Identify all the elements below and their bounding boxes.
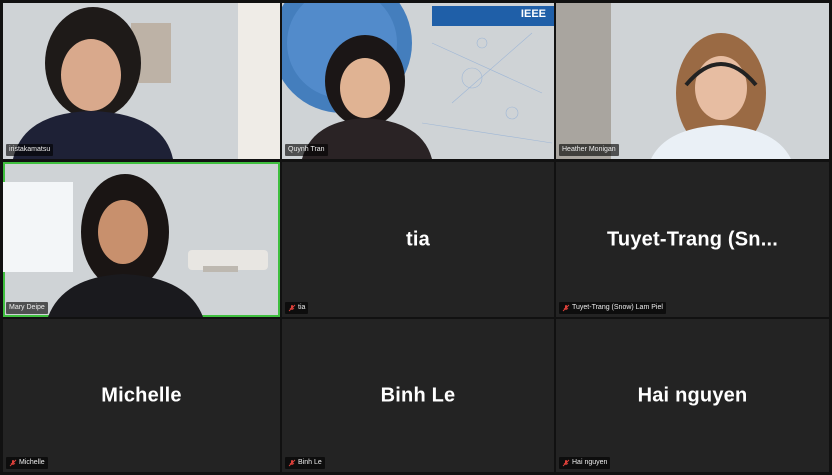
participant-video-4 xyxy=(3,174,268,317)
participant-name-label: Binh Le xyxy=(285,457,325,469)
ieee-banner-logo: IEEE xyxy=(520,8,546,20)
participant-tile-5[interactable]: tia tia xyxy=(282,162,554,317)
participant-name-label: Heather Monigan xyxy=(559,144,619,156)
participant-name-label: Michelle xyxy=(6,457,48,469)
mic-muted-icon xyxy=(288,304,296,312)
participant-tile-1[interactable]: iristakamatsu xyxy=(3,3,280,159)
participant-tile-9[interactable]: Hai nguyen Hai nguyen xyxy=(556,319,829,472)
participant-name-label: iristakamatsu xyxy=(6,144,54,156)
participant-tile-6[interactable]: Tuyet-Trang (Sn... Tuyet-Trang (Snow) La… xyxy=(556,162,829,317)
participant-display-name: tia xyxy=(406,228,430,250)
participant-name-label: Quynh Tran xyxy=(285,144,328,156)
participant-video-2 xyxy=(282,3,554,159)
video-gallery: iristakamatsu IEEE Quynh Tran Heather Mo… xyxy=(0,0,832,475)
mic-muted-icon xyxy=(9,459,17,467)
participant-video-1 xyxy=(13,3,280,159)
mic-muted-icon xyxy=(288,459,296,467)
participant-name-label: tia xyxy=(285,302,309,314)
participant-tile-2[interactable]: IEEE Quynh Tran xyxy=(282,3,554,159)
participant-display-name: Hai nguyen xyxy=(637,384,748,406)
participant-tile-3[interactable]: Heather Monigan xyxy=(556,3,829,159)
participant-tile-7[interactable]: Michelle Michelle xyxy=(3,319,280,472)
participant-video-3 xyxy=(556,3,791,159)
participant-tile-8[interactable]: Binh Le Binh Le xyxy=(282,319,554,472)
mic-muted-icon xyxy=(562,459,570,467)
mic-muted-icon xyxy=(562,304,570,312)
participant-name-label: Tuyet-Trang (Snow) Lam Piel xyxy=(559,302,666,314)
participant-tile-4[interactable]: Mary Deipe xyxy=(3,162,280,317)
participant-display-name: Binh Le xyxy=(380,384,456,406)
participant-name-label: Hai nguyen xyxy=(559,457,611,469)
participant-display-name: Tuyet-Trang (Sn... xyxy=(606,228,778,250)
participant-name-label: Mary Deipe xyxy=(6,302,48,314)
participant-display-name: Michelle xyxy=(101,384,182,406)
